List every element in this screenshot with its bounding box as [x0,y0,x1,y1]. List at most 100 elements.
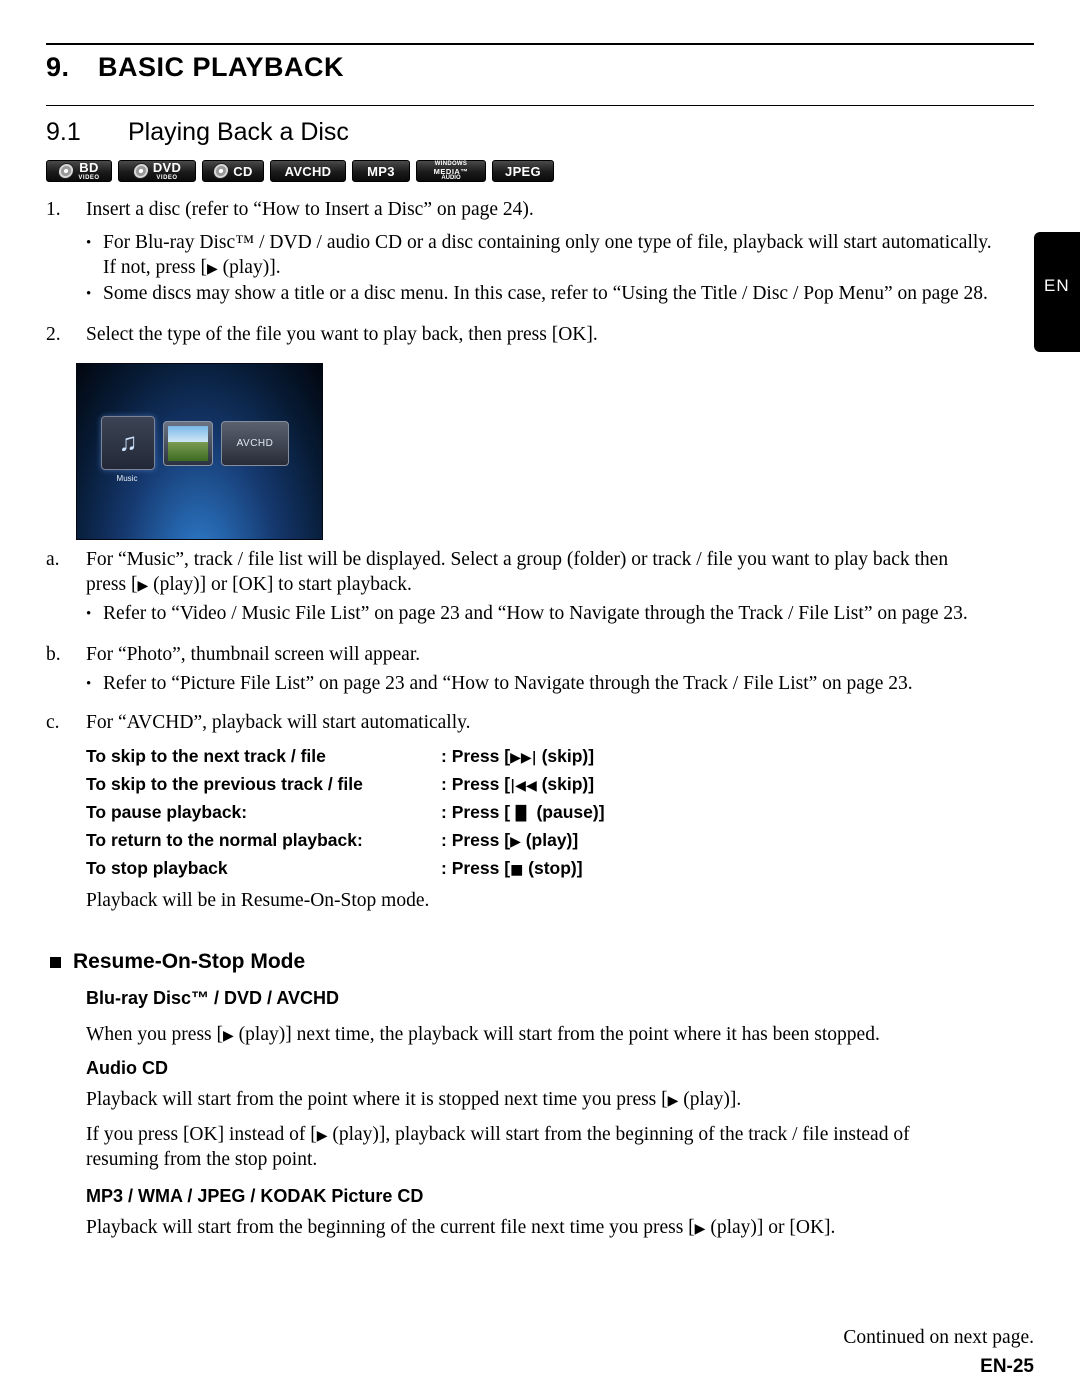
text-before-glyph: If not, press [ [103,257,207,278]
operation-label: To skip to the previous track / file [86,774,363,794]
play-icon: ▶ [223,1028,234,1044]
badge-label: AVCHD [284,163,332,179]
play-icon: ▶ [510,834,521,850]
player-home-screen-image: ♫ AVCHD Music [76,363,323,540]
badge-jpeg: JPEG [492,160,554,182]
badge-label: WINDOWS [434,160,468,167]
resume-heading-label: Resume-On-Stop Mode [73,950,306,973]
music-note-icon: ♫ [118,429,138,457]
note-a-line1: For “Music”, track / file list will be d… [86,549,949,570]
section-title: Playing Back a Disc [128,118,349,146]
side-tab-label: EN [1044,276,1070,295]
manual-page: 9. BASIC PLAYBACK 9.1 Playing Back a Disc … [0,0,1080,1397]
badge-dvd-video: DVD VIDEO [118,160,196,182]
subheading-audio-cd: Audio CD [86,1058,168,1078]
disc-icon [212,163,231,179]
disc-icon [131,163,150,179]
subheading-bluray-dvd-avchd: Blu-ray Disc™ / DVD / AVCHD [86,988,340,1008]
operation-label: To skip to the next track / file [86,746,326,766]
table-row: To return to the normal playback: : Pres… [86,830,606,858]
badge-sublabel: VIDEO [156,175,178,181]
table-row: To stop playback : Press [■ (stop)] [86,858,606,886]
chapter-number: 9. [46,52,70,82]
play-icon: ▶ [206,261,218,277]
photo-thumbnail [168,426,208,461]
play-icon: ▶ [667,1093,679,1109]
operation-action: : Press [▶▶| (skip)] [441,746,595,766]
music-tile-icon: ♫ [101,416,155,470]
note-a-line2: press [▶ (play)] or [OK] to start playba… [86,572,786,599]
play-icon: ▶ [694,1221,706,1237]
play-icon: ▶ [137,578,149,594]
note-c-line1: For “AVCHD”, playback will start automat… [86,712,471,733]
avchd-tile-label: AVCHD [236,438,274,449]
skip-previous-icon: |◀◀ [510,778,537,794]
bullet-marker: • [86,676,92,692]
operation-label: To return to the normal playback: [86,830,363,850]
operation-label: To pause playback: [86,802,248,822]
badge-label: DVD [152,160,182,175]
playback-operations-table: To skip to the next track / file : Press… [86,746,606,886]
note-b-line1: For “Photo”, thumbnail screen will appea… [86,644,421,665]
disc-icon [57,163,76,179]
resume-bluray-text: When you press [▶ (play)] next time, the… [86,1024,880,1045]
page-number: EN-25 [980,1356,1034,1377]
badge-sublabel: MEDIA™ [433,166,469,176]
continued-note: Continued on next page. [843,1327,1034,1348]
section-heading: 9.1 Playing Back a Disc [46,118,349,147]
badge-label: CD [233,163,253,179]
step-1-number: 1. [46,199,61,220]
step-1-bullet-1: For Blu-ray Disc™ / DVD / audio CD or a … [103,232,992,253]
operation-action: : Press [■ (stop)] [441,858,583,878]
resume-mp3-text: Playback will start from the beginning o… [86,1217,836,1238]
badge-sublabel2: AUDIO [441,175,461,182]
note-b-number: b. [46,644,61,665]
badge-bd-video: BD VIDEO [46,160,112,182]
bullet-marker: • [86,606,92,622]
music-tile-label: Music [116,474,138,483]
operation-action: : Press [▐▌ (pause)] [441,802,605,822]
note-c-number: c. [46,712,60,733]
badge-mp3: MP3 [352,160,410,182]
badge-sublabel: VIDEO [78,175,100,181]
text-before-glyph: press [ [86,574,138,595]
table-row: To skip to the next track / file : Press… [86,746,606,774]
resume-audio-cd-text-2: If you press [OK] instead of [▶ (play)],… [86,1124,910,1145]
step-2-text: Select the type of the file you want to … [86,324,598,345]
chapter-title: BASIC PLAYBACK [98,52,345,82]
step-1-bullet-1-line2: If not, press [▶ (play)]. [103,255,603,282]
play-icon: ▶ [316,1128,328,1144]
text-after-glyph: (play)] or [OK] to start playback. [148,574,412,595]
resume-audio-cd-text: Playback will start from the point where… [86,1089,742,1110]
resume-audio-cd-text-3: resuming from the stop point. [86,1149,318,1170]
resume-on-stop-note: Playback will be in Resume-On-Stop mode. [86,890,430,911]
badge-label: MP3 [367,163,395,179]
media-format-badges: BD VIDEO DVD VIDEO CD AVCHD MP3 WINDOWS … [46,160,554,182]
chapter-heading: 9. BASIC PLAYBACK [46,52,344,83]
bullet-marker: • [86,235,92,251]
skip-next-icon: ▶▶| [510,750,537,766]
badge-windows-media-audio: WINDOWS MEDIA™ AUDIO [416,160,486,182]
side-tab-en: EN [1034,232,1080,352]
chapter-rule [46,105,1034,106]
operation-label: To stop playback [86,858,228,878]
section-number: 9.1 [46,118,81,146]
bullet-marker: • [86,286,92,302]
stop-icon: ■ [510,862,524,878]
badge-cd: CD [202,160,264,182]
note-a-number: a. [46,549,60,570]
table-row: To skip to the previous track / file : P… [86,774,606,802]
pause-icon: ▐▌ [510,806,532,822]
top-rule [46,43,1034,45]
step-1-text: Insert a disc (refer to “How to Insert a… [86,199,534,220]
step-2-number: 2. [46,324,61,345]
photo-tile-icon [163,421,213,466]
square-bullet-icon [50,957,61,968]
text-after-glyph: (play)]. [217,257,281,278]
step-1-bullet-2: Some discs may show a title or a disc me… [103,283,988,304]
badge-label: JPEG [505,163,541,179]
operation-action: : Press [▶ (play)] [441,830,579,850]
subheading-mp3-wma-jpeg-kodak: MP3 / WMA / JPEG / KODAK Picture CD [86,1186,424,1206]
note-a-bullet: Refer to “Video / Music File List” on pa… [103,603,968,624]
avchd-tile-icon: AVCHD [221,421,289,466]
